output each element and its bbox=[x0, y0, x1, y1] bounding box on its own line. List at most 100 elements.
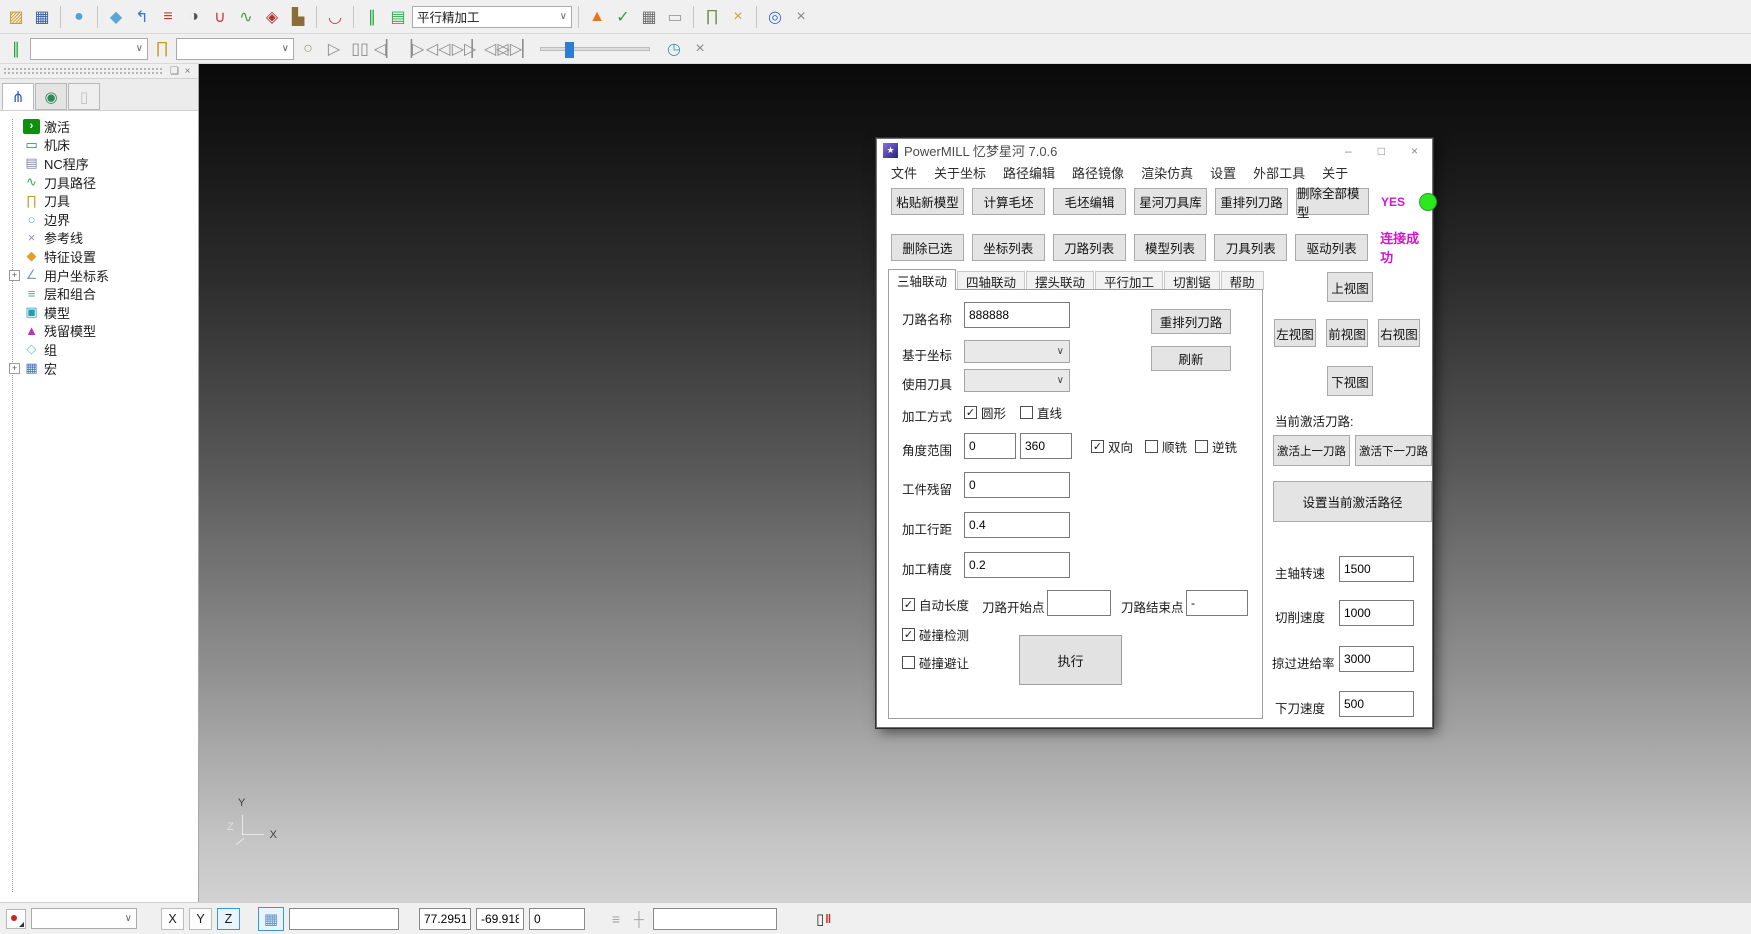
tree-item[interactable]: +▦宏 bbox=[6, 359, 198, 378]
tab-help[interactable]: 帮助 bbox=[1221, 271, 1264, 290]
collision-avoid-checkbox[interactable]: 碰撞避让 bbox=[902, 653, 969, 672]
toolbar-close-icon[interactable]: × bbox=[789, 5, 813, 29]
tree-item[interactable]: ▤NC程序 bbox=[6, 154, 198, 173]
slider-thumb[interactable] bbox=[565, 42, 574, 58]
sim-toolpath-combo[interactable]: ∨ bbox=[30, 38, 148, 60]
view-top-button[interactable]: 上视图 bbox=[1327, 272, 1373, 302]
menu-render-sim[interactable]: 渲染仿真 bbox=[1141, 163, 1193, 182]
block-icon[interactable]: ◆ bbox=[104, 5, 128, 29]
delete-all-models-button[interactable]: 删除全部模型 bbox=[1296, 188, 1369, 215]
feed-rate-icon[interactable]: ≡ bbox=[156, 5, 180, 29]
explorer-trash-tab[interactable]: ▯ bbox=[68, 83, 100, 110]
menu-path-edit[interactable]: 路径编辑 bbox=[1003, 163, 1055, 182]
checkbox-icon[interactable] bbox=[1195, 440, 1208, 453]
axis-x-button[interactable]: X bbox=[161, 908, 184, 930]
minimize-button[interactable]: – bbox=[1345, 144, 1352, 158]
panel-close-icon[interactable]: × bbox=[181, 66, 194, 77]
refresh-button[interactable]: 刷新 bbox=[1151, 346, 1231, 371]
plunge-speed-input[interactable] bbox=[1339, 691, 1414, 717]
checkbox-icon[interactable] bbox=[1145, 440, 1158, 453]
stock-cylinders-icon[interactable]: ◎ bbox=[763, 5, 787, 29]
paste-new-model-button[interactable]: 粘贴新模型 bbox=[891, 188, 964, 215]
toolpath-connections-icon[interactable]: ↰ bbox=[130, 5, 154, 29]
cutting-speed-input[interactable] bbox=[1339, 600, 1414, 626]
rewind-icon[interactable]: ◁◁ bbox=[426, 37, 450, 61]
draw-options-button[interactable] bbox=[6, 909, 26, 929]
transform-tools-icon[interactable]: × bbox=[726, 5, 750, 29]
checkbox-icon[interactable]: ✓ bbox=[1091, 440, 1104, 453]
cursor-z-field[interactable] bbox=[529, 908, 585, 930]
panel-float-icon[interactable]: ❏ bbox=[168, 66, 181, 77]
tab-parallel[interactable]: 平行加工 bbox=[1095, 271, 1163, 290]
rearrange-toolpaths-button[interactable]: 重排列刀路 bbox=[1215, 188, 1288, 215]
drive-list-button[interactable]: 驱动列表 bbox=[1295, 234, 1368, 261]
leads-links-icon[interactable]: ◡ bbox=[323, 5, 347, 29]
tree-item[interactable]: ◆特征设置 bbox=[6, 247, 198, 266]
maximize-button[interactable]: □ bbox=[1378, 144, 1385, 158]
tab-3axis[interactable]: 三轴联动 bbox=[888, 269, 956, 290]
spindle-speed-input[interactable] bbox=[1339, 556, 1414, 582]
panel-grip[interactable] bbox=[4, 68, 162, 74]
checkbox-icon[interactable] bbox=[902, 656, 915, 669]
conventional-mill-checkbox[interactable]: 逆铣 bbox=[1195, 437, 1237, 456]
stepover-input[interactable] bbox=[964, 512, 1070, 538]
tolerance-input[interactable] bbox=[964, 552, 1070, 578]
start-point-input[interactable] bbox=[1047, 590, 1111, 616]
grid-size-input[interactable] bbox=[289, 908, 399, 930]
rearrange-toolpaths-button-2[interactable]: 重排列刀路 bbox=[1151, 309, 1231, 334]
model-list-button[interactable]: 模型列表 bbox=[1134, 234, 1207, 261]
collision-check-checkbox[interactable]: ✓ 碰撞检测 bbox=[902, 625, 969, 644]
view-front-button[interactable]: 前视图 bbox=[1326, 319, 1368, 347]
shaded-view-icon[interactable]: ● bbox=[67, 5, 91, 29]
tree-item[interactable]: ▲残留模型 bbox=[6, 322, 198, 341]
collision-check-icon[interactable]: ∪ bbox=[208, 5, 232, 29]
checkbox-icon[interactable]: ✓ bbox=[902, 598, 915, 611]
angle-to-input[interactable] bbox=[1020, 433, 1072, 459]
execute-button[interactable]: 执行 bbox=[1019, 635, 1122, 685]
pattern-points-icon[interactable]: ◈ bbox=[260, 5, 284, 29]
cursor-x-field[interactable] bbox=[419, 908, 471, 930]
tree-item[interactable]: ∏刀具 bbox=[6, 191, 198, 210]
view-right-button[interactable]: 右视图 bbox=[1378, 319, 1420, 347]
grid-toggle-button[interactable]: ▦ bbox=[258, 907, 284, 931]
delete-selected-button[interactable]: 删除已选 bbox=[891, 234, 964, 261]
activate-prev-toolpath-button[interactable]: 激活上一刀路 bbox=[1273, 435, 1350, 466]
climb-mill-checkbox[interactable]: 顺铣 bbox=[1145, 437, 1187, 456]
skim-feed-input[interactable] bbox=[1339, 646, 1414, 672]
tree-item[interactable]: ◇组 bbox=[6, 340, 198, 359]
view-left-button[interactable]: 左视图 bbox=[1274, 319, 1316, 347]
menu-path-mirror[interactable]: 路径镜像 bbox=[1072, 163, 1124, 182]
menu-file[interactable]: 文件 bbox=[891, 163, 917, 182]
tool-library-button[interactable]: 星河刀具库 bbox=[1134, 188, 1207, 215]
tab-saw[interactable]: 切割锯 bbox=[1164, 271, 1220, 290]
step-back-icon[interactable]: ◁▏ bbox=[374, 37, 398, 61]
coord-list-button[interactable]: 坐标列表 bbox=[972, 234, 1045, 261]
strategy-list-icon[interactable]: ▤ bbox=[386, 5, 410, 29]
axis-y-button[interactable]: Y bbox=[189, 908, 212, 930]
tree-item[interactable]: +∠用户坐标系 bbox=[6, 266, 198, 285]
pause-indicator-icon[interactable]: ▯ ‖ bbox=[816, 910, 831, 928]
boundary-draw-icon[interactable]: ∿ bbox=[234, 5, 258, 29]
tab-4axis[interactable]: 四轴联动 bbox=[957, 271, 1025, 290]
powermill-logo-icon[interactable]: ∥ bbox=[4, 37, 28, 61]
circle-checkbox[interactable]: ✓ 圆形 bbox=[964, 403, 1006, 422]
cursor-y-field[interactable] bbox=[476, 908, 524, 930]
save-project-icon[interactable]: ▦ bbox=[30, 5, 54, 29]
tool-check-icon[interactable]: ✓ bbox=[611, 5, 635, 29]
stock-remain-input[interactable] bbox=[964, 472, 1070, 498]
use-tool-select[interactable]: ∨ bbox=[964, 369, 1070, 392]
statusbar-combo[interactable]: ∨ bbox=[31, 908, 137, 929]
calculator-icon[interactable]: ▦ bbox=[637, 5, 661, 29]
toolpath-list-button[interactable]: 刀路列表 bbox=[1053, 234, 1126, 261]
tree-item[interactable]: ×参考线 bbox=[6, 229, 198, 248]
strategy-combo[interactable]: 平行精加工∨ bbox=[412, 6, 572, 28]
toolholder-icon[interactable]: ▙ bbox=[286, 5, 310, 29]
explorer-tree-tab[interactable]: ⋔ bbox=[2, 83, 34, 110]
toolbar-close-icon[interactable]: × bbox=[688, 37, 712, 61]
powermill-logo-icon[interactable]: ∥ bbox=[360, 5, 384, 29]
activate-next-toolpath-button[interactable]: 激活下一刀路 bbox=[1355, 435, 1432, 466]
ruler-icon[interactable]: ▭ bbox=[663, 5, 687, 29]
axis-z-button[interactable]: Z bbox=[217, 908, 240, 930]
play-icon[interactable]: ▷ bbox=[322, 37, 346, 61]
tool-list-button[interactable]: 刀具列表 bbox=[1214, 234, 1287, 261]
